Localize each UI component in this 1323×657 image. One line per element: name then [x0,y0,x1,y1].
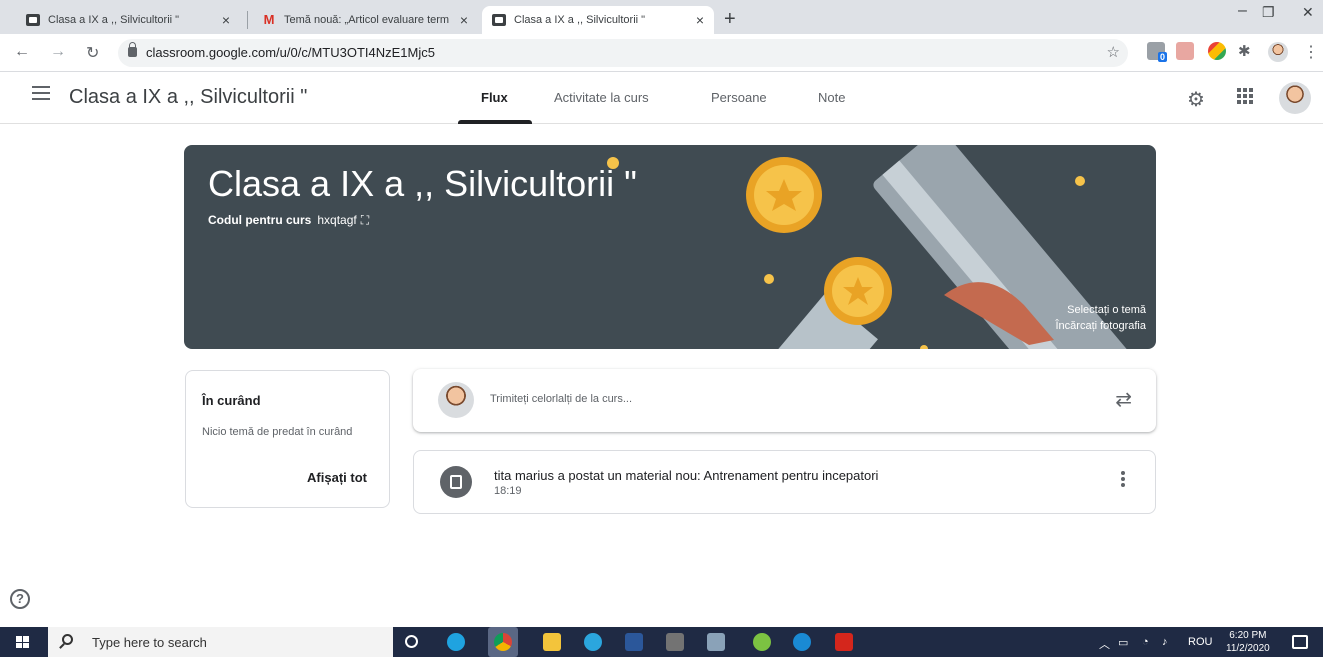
clock-time: 6:20 PM [1229,630,1267,641]
lock-icon [128,42,137,57]
reload-icon[interactable]: ↻ [86,43,99,63]
extensions-puzzle-icon[interactable]: ✱ [1238,42,1256,60]
apps-grid-icon[interactable] [1237,88,1253,104]
tab-close-icon[interactable]: × [460,12,468,28]
clock-date: 11/2/2020 [1226,643,1270,654]
star-icon[interactable]: ☆ [1107,43,1120,61]
tab-close-icon[interactable]: × [222,12,230,28]
green-app-icon[interactable] [753,633,771,651]
browser-tabstrip: Clasa a IX a ,, Silvicultorii " × M Temă… [0,0,1323,34]
upcoming-text: Nicio temă de predat în curând [202,426,353,438]
app-icon[interactable] [584,633,602,651]
tab-divider [247,11,248,29]
select-theme-link[interactable]: Selectați o temă [1056,302,1146,318]
gear-icon[interactable]: ⚙ [1187,87,1205,112]
classroom-favicon-icon [492,14,506,26]
material-icon [440,466,472,498]
post-text[interactable]: tita marius a postat un material nou: An… [494,468,878,483]
restore-icon[interactable]: ❐ [1262,4,1275,21]
class-title[interactable]: Clasa a IX a ,, Silvicultorii " [69,86,307,109]
window-close-icon[interactable]: ✕ [1302,4,1314,21]
taskbar-search[interactable]: Type here to search [48,627,393,657]
tab-title: Clasa a IX a ,, Silvicultorii " [514,14,646,26]
tab-title: Clasa a IX a ,, Silvicultorii " [48,14,180,26]
post-time: 18:19 [494,485,522,497]
view-all-link[interactable]: Afișați tot [307,470,367,485]
more-vert-icon[interactable] [1121,471,1125,489]
fullscreen-icon[interactable]: ⛶ [361,213,369,227]
browser-profile-avatar[interactable] [1268,42,1288,62]
address-bar[interactable]: classroom.google.com/u/0/c/MTU3OTI4NzE1M… [118,39,1128,67]
language-indicator[interactable]: ROU [1188,636,1212,648]
windows-taskbar: Type here to search ︿ ▭ ◔ ♪ ROU 6:20 PM … [0,627,1323,657]
tab-grades[interactable]: Note [818,90,845,105]
notification-icon[interactable] [1292,635,1308,649]
classroom-favicon-icon [26,14,40,26]
upcoming-card: În curând Nicio temă de predat în curând… [185,370,390,508]
tab-title: Temă nouă: „Articol evaluare term [284,14,450,26]
battery-icon[interactable]: ▭ [1118,636,1128,649]
active-tab-indicator [458,120,532,124]
stream-post[interactable]: tita marius a postat un material nou: An… [413,450,1156,514]
tab-people[interactable]: Persoane [711,90,767,105]
class-code: hxqtagf [317,213,357,227]
edge-icon[interactable] [447,633,465,651]
repost-icon[interactable]: ⇄ [1115,387,1132,412]
class-code-label: Codul pentru curs [208,213,312,227]
volume-icon[interactable]: ♪ [1162,636,1168,648]
file-explorer-icon[interactable] [543,633,561,651]
back-icon[interactable]: ← [14,43,30,61]
chrome-active-slot[interactable] [488,627,518,657]
browser-toolbar: ← → ↻ classroom.google.com/u/0/c/MTU3OTI… [0,34,1323,72]
tab-classwork[interactable]: Activitate la curs [554,90,649,105]
chrome-menu-icon[interactable]: ⋮ [1303,42,1319,62]
tab-close-icon[interactable]: × [696,12,704,28]
share-placeholder[interactable]: Trimiteți celorlalți de la curs... [490,393,632,405]
upcoming-title: În curând [202,393,261,408]
user-avatar [438,382,474,418]
user-avatar[interactable] [1279,82,1311,114]
extension-badge: 0 [1157,52,1167,62]
minimize-icon[interactable]: – [1238,2,1247,20]
classroom-header: Clasa a IX a ,, Silvicultorii " Flux Act… [0,72,1323,124]
class-banner: Clasa a IX a ,, Silvicultorii " Codul pe… [184,145,1156,349]
photo-app-icon[interactable] [707,633,725,651]
upload-photo-link[interactable]: Încărcați fotografia [1056,318,1147,334]
new-tab-button[interactable]: + [724,8,736,31]
pdf-extension-icon[interactable] [1176,42,1194,60]
windows-start-icon[interactable] [16,636,29,648]
tray-chevron-icon[interactable]: ︿ [1099,636,1110,652]
tab-stream[interactable]: Flux [481,90,508,105]
help-icon[interactable]: ? [10,589,30,609]
chrome-icon [494,633,512,651]
hamburger-icon[interactable] [32,86,50,100]
system-clock[interactable]: 6:20 PM 11/2/2020 [1226,629,1270,655]
forward-icon[interactable]: → [50,43,66,61]
color-extension-icon[interactable] [1208,42,1226,60]
browser-tab[interactable]: M Temă nouă: „Articol evaluare term × [252,6,478,34]
acrobat-icon[interactable] [835,633,853,651]
blue-app-icon[interactable] [793,633,811,651]
taskbar-search-placeholder: Type here to search [92,635,207,650]
calculator-icon[interactable] [666,633,684,651]
class-code-row: Codul pentru curs hxqtagf ⛶ [208,213,369,228]
share-box[interactable]: Trimiteți celorlalți de la curs... ⇄ [413,369,1156,432]
search-icon [62,634,73,645]
cortana-icon[interactable] [405,635,418,648]
url-text: classroom.google.com/u/0/c/MTU3OTI4NzE1M… [146,45,435,60]
browser-tab[interactable]: Clasa a IX a ,, Silvicultorii " × [16,6,240,34]
translate-extension-icon[interactable]: 0 [1147,42,1167,62]
banner-actions: Selectați o temă Încărcați fotografia [1056,302,1147,334]
gmail-favicon-icon: M [263,12,275,27]
word-icon[interactable] [625,633,643,651]
banner-title: Clasa a IX a ,, Silvicultorii " [208,163,637,204]
browser-tab-active[interactable]: Clasa a IX a ,, Silvicultorii " × [482,6,714,34]
wifi-icon[interactable]: ◔ [1142,636,1149,648]
